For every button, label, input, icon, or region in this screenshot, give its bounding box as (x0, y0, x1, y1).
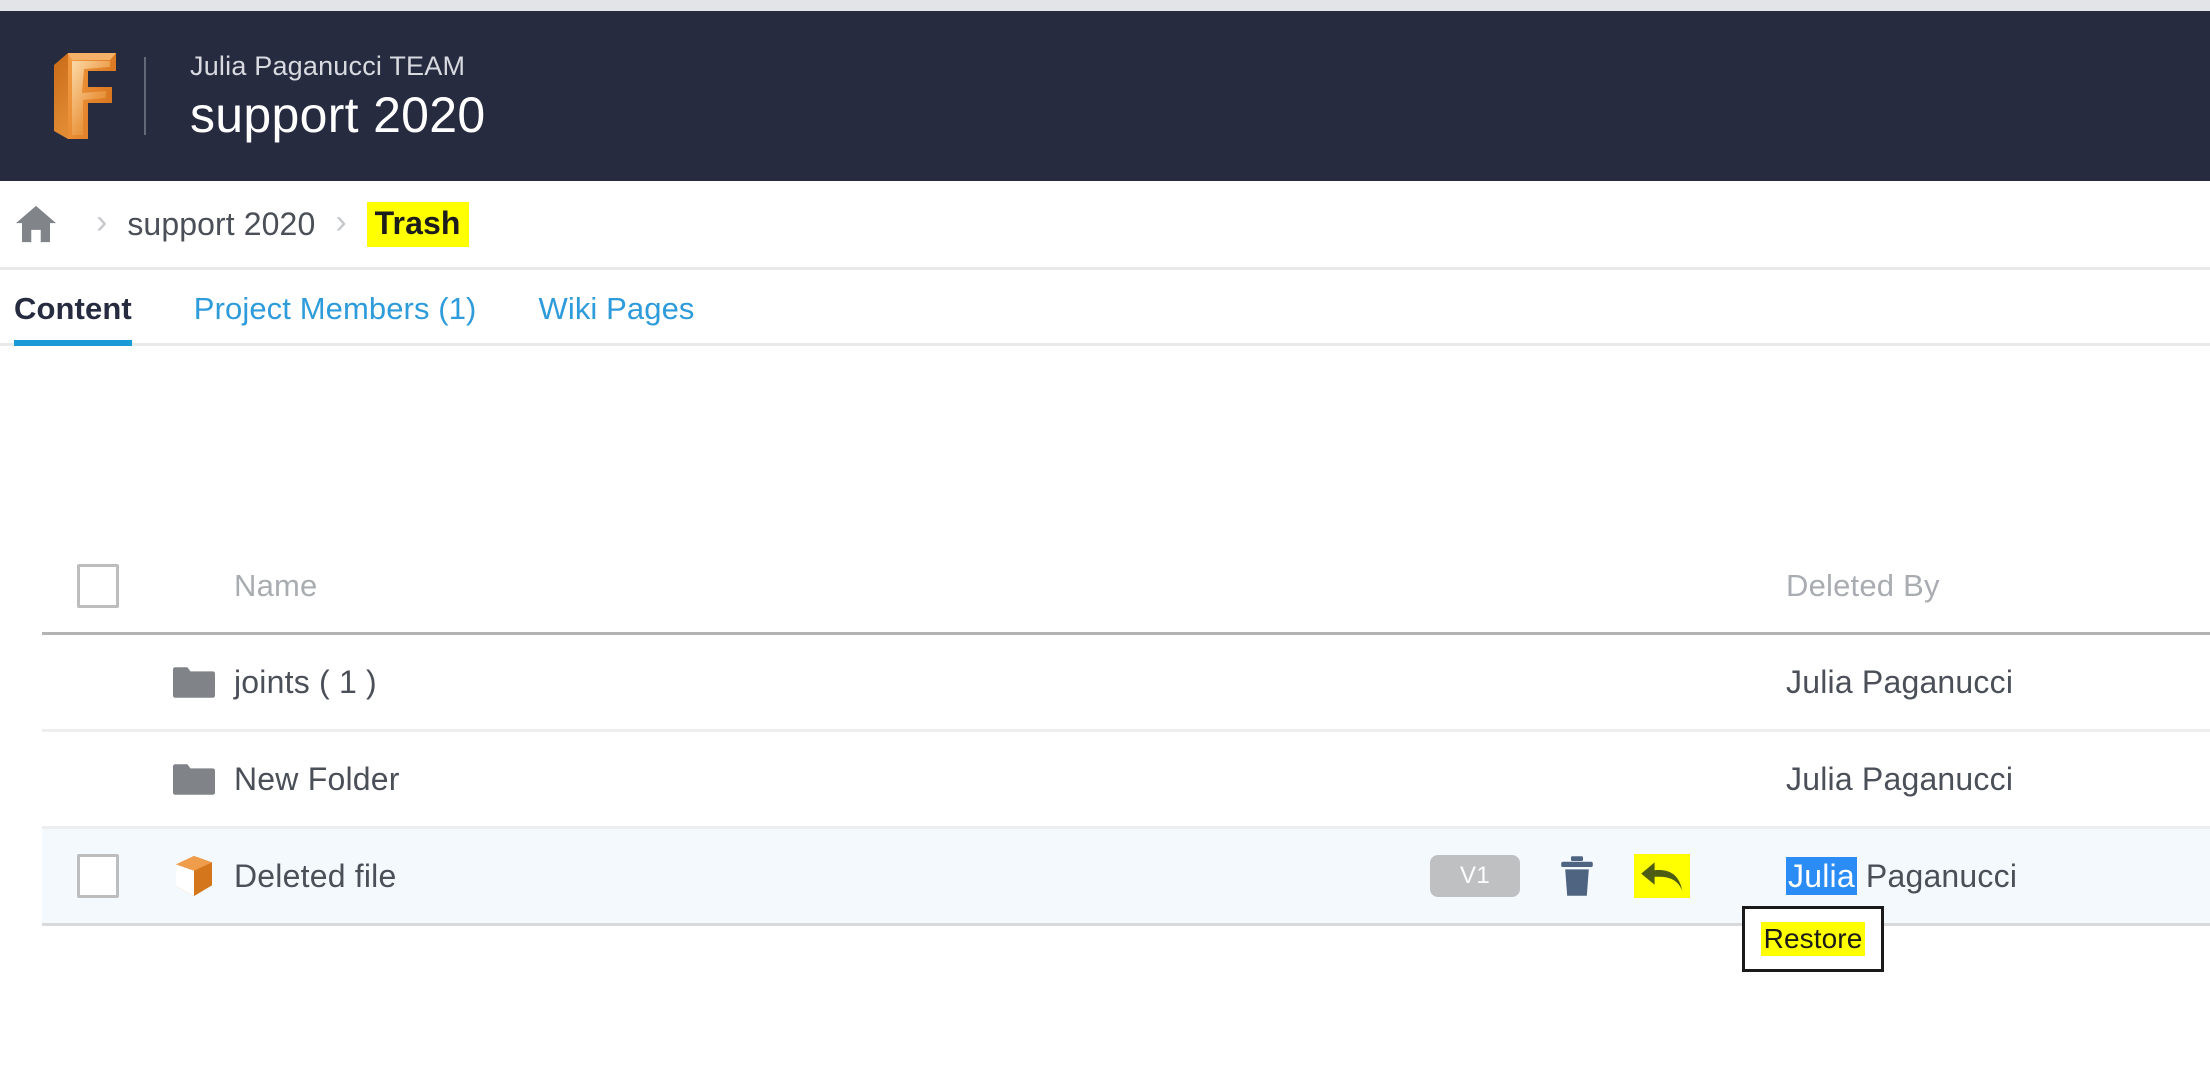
column-header-deleted-by-cell[interactable]: Deleted By (1760, 568, 2210, 604)
breadcrumb-item-project[interactable]: support 2020 (127, 206, 315, 243)
column-header-deleted-by: Deleted By (1786, 568, 1940, 603)
selected-text-fragment: Julia (1786, 856, 1857, 895)
row-name-cell[interactable]: Deleted file (234, 858, 1430, 895)
table-row[interactable]: New Folder Julia Paganucci (42, 732, 2210, 829)
restore-tooltip-label: Restore (1760, 922, 1866, 956)
folder-icon (154, 665, 234, 699)
trash-icon[interactable] (1560, 855, 1594, 897)
home-icon[interactable] (14, 204, 58, 244)
page-title: support 2020 (190, 86, 486, 143)
row-deleted-by-cell: Julia Paganucci (1760, 664, 2210, 701)
breadcrumb-separator-2: › (335, 203, 347, 241)
header-text-group: Julia Paganucci TEAM support 2020 (190, 50, 486, 142)
row-deleted-by: Julia Paganucci (1786, 856, 2018, 895)
select-all-checkbox[interactable] (77, 564, 119, 608)
fusion-f-logo-icon[interactable] (32, 49, 140, 143)
team-name: Julia Paganucci TEAM (190, 51, 466, 82)
breadcrumb-separator-1: › (96, 203, 108, 241)
breadcrumb-item-trash[interactable]: Trash (366, 201, 469, 247)
table-header-row: Name Deleted By (42, 540, 2210, 635)
folder-icon (154, 762, 234, 796)
tab-wiki-pages[interactable]: Wiki Pages (538, 291, 694, 343)
row-checkbox-cell (42, 854, 154, 898)
restore-tooltip: Restore (1742, 906, 1884, 972)
app-header: Julia Paganucci TEAM support 2020 (0, 11, 2210, 181)
table-row[interactable]: Deleted file V1 Julia Paganucci (42, 829, 2210, 926)
tab-bar: Content Project Members (1) Wiki Pages (0, 273, 2210, 346)
header-divider (144, 57, 146, 135)
select-all-cell (42, 564, 154, 608)
row-deleted-by: Julia Paganucci (1786, 760, 2014, 797)
trash-content-table: Name Deleted By joints ( 1 ) Julia Pagan… (42, 540, 2210, 926)
app-page: Julia Paganucci TEAM support 2020 › supp… (0, 0, 2210, 1072)
cube-file-icon (154, 854, 234, 898)
row-name-cell[interactable]: joints ( 1 ) (234, 664, 1430, 701)
row-deleted-by: Julia Paganucci (1786, 663, 2014, 700)
row-name-cell[interactable]: New Folder (234, 761, 1430, 798)
row-checkbox[interactable] (77, 854, 119, 898)
row-deleted-by-cell: Julia Paganucci (1760, 761, 2210, 798)
column-header-name-cell[interactable]: Name (234, 568, 1430, 604)
top-strip (0, 0, 2210, 11)
tab-content[interactable]: Content (14, 291, 132, 346)
unselected-text-fragment: Paganucci (1856, 857, 2018, 894)
restore-arrow-icon[interactable] (1634, 854, 1691, 898)
version-badge[interactable]: V1 (1430, 855, 1521, 897)
table-row[interactable]: joints ( 1 ) Julia Paganucci (42, 635, 2210, 732)
row-name: New Folder (234, 760, 400, 797)
row-name: Deleted file (234, 857, 397, 894)
row-name: joints ( 1 ) (234, 663, 377, 700)
tab-project-members[interactable]: Project Members (1) (194, 291, 477, 343)
column-header-name: Name (234, 568, 318, 603)
breadcrumb: › support 2020 › Trash (0, 181, 2210, 270)
row-deleted-by-cell: Julia Paganucci (1760, 856, 2210, 895)
row-actions-cell: V1 (1430, 854, 1760, 898)
